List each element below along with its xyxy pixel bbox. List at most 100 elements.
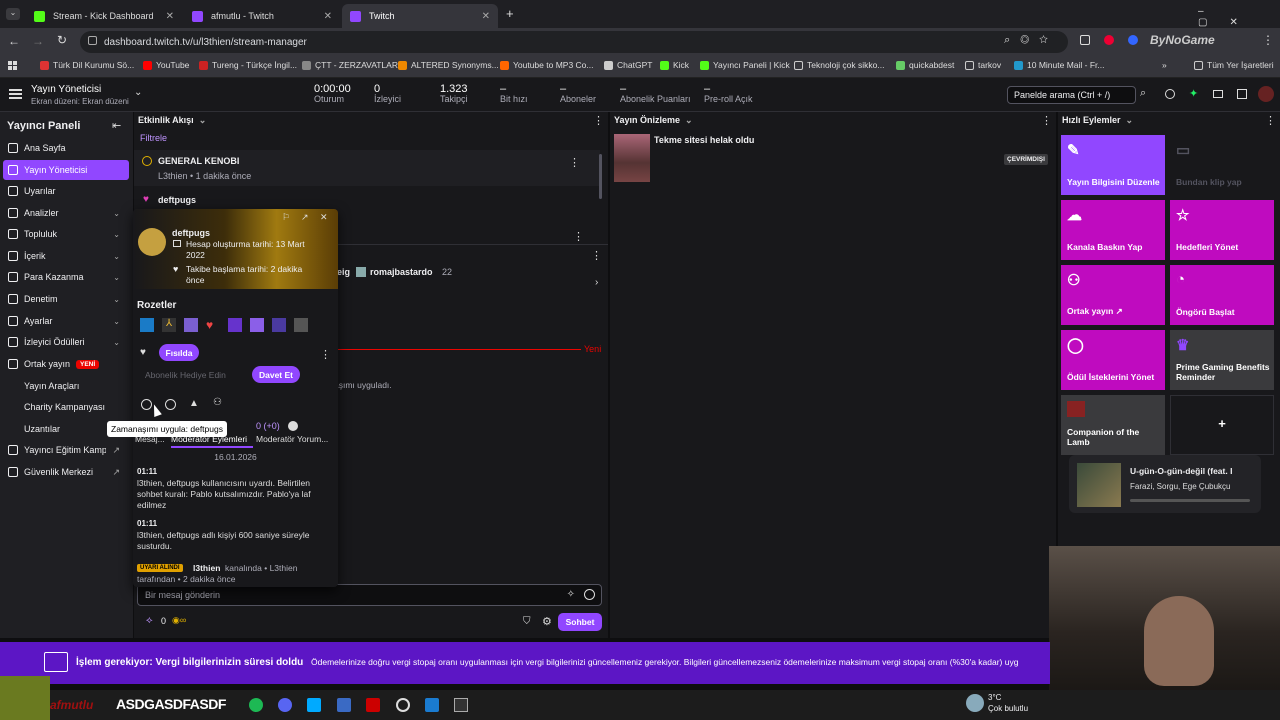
flag-icon[interactable]: ⚐ [282,212,290,223]
bits-icon[interactable]: ◉∞ [172,615,186,626]
more-icon[interactable]: ⋮ [1041,114,1052,127]
badge-icon[interactable] [228,318,242,332]
magic-icon[interactable]: ✧ [567,589,575,600]
search-icon[interactable]: ⌕ [1140,87,1146,100]
avatar[interactable] [1258,86,1274,102]
close-icon[interactable]: ✕ [320,212,328,223]
sidebar-item-stream-tools[interactable]: Yayın Araçları [0,376,130,396]
dashboard-search-input[interactable]: Panelde arama (Ctrl + /) [1007,86,1136,104]
badge-icon[interactable]: ⅄ [162,318,176,332]
url-field[interactable]: dashboard.twitch.tv/u/l3thien/stream-man… [80,31,1068,53]
tab-twitch[interactable]: Twitch ✕ [342,4,498,28]
more-icon[interactable]: ⋮ [591,249,602,262]
edit-stream-info-tile[interactable]: ✎ Yayın Bilgisini Düzenle [1061,135,1165,195]
menu-icon[interactable]: ⋮ [1262,33,1274,47]
tab-afmutlu[interactable]: afmutlu - Twitch ✕ [184,4,340,28]
badge-icon[interactable] [250,318,264,332]
extension-icon[interactable] [1128,35,1138,45]
chevron-down-icon[interactable]: ⌄ [685,115,693,126]
sidebar-item-content[interactable]: İçerik ⌄ [0,246,130,266]
chevron-down-icon[interactable]: ⌄ [1126,115,1134,126]
scrollbar[interactable] [599,154,602,199]
forward-icon[interactable]: → [32,34,44,48]
bookmark-item[interactable]: tarkov [965,60,1001,70]
help-icon[interactable] [1165,89,1175,99]
app-icon[interactable] [366,698,380,712]
chevron-right-icon[interactable]: › [595,277,598,288]
sidebar-item-collab[interactable]: Ortak yayın YENİ [0,354,130,374]
tab-kick-dashboard[interactable]: Stream - Kick Dashboard ✕ [26,4,182,28]
gift-sub-button[interactable]: Abonelik Hediye Edin [145,370,226,380]
filter-link[interactable]: Filtrele [140,133,167,143]
emoji-icon[interactable] [584,589,595,600]
sidebar-item-monetization[interactable]: Para Kazanma ⌄ [0,267,130,287]
extensions-icon[interactable]: ✦ [1189,87,1198,100]
info-icon[interactable] [288,421,298,431]
raid-tile[interactable]: ☁ Kanala Baskın Yap [1061,200,1165,260]
chat-input[interactable]: Bir mesaj gönderin ✧ [137,584,602,606]
close-icon[interactable]: ✕ [166,11,174,22]
bookmark-item[interactable]: 10 Minute Mail - Fr... [1014,60,1104,70]
layout-dropdown-icon[interactable]: ⌄ [134,87,142,98]
window-controls[interactable]: –▢✕ [1198,6,1280,28]
discord-icon[interactable] [278,698,292,712]
prediction-tile[interactable]: ◔ Öngörü Başlat [1170,265,1274,325]
reward-requests-tile[interactable]: ◯ Ödül İsteklerini Yönet [1061,330,1165,390]
bookmark-item[interactable]: ÇTT - ZERZAVATLAR [302,60,398,70]
site-info-icon[interactable] [88,36,97,45]
bookmark-item[interactable]: Kick [660,60,689,70]
close-icon[interactable]: ✕ [324,11,332,22]
extension-icon[interactable] [1080,35,1090,45]
app-icon[interactable] [425,698,439,712]
bookmark-item[interactable]: Youtube to MP3 Co... [500,60,594,70]
sidebar-item-charity[interactable]: Charity Kampanyası [0,397,130,417]
bookmark-item[interactable]: Tureng - Türkçe İngil... [199,60,297,70]
badge-icon[interactable] [184,318,198,332]
extension-icon[interactable] [1104,35,1114,45]
new-tab-button[interactable]: + [506,6,514,21]
invite-button[interactable]: Davet Et [252,366,300,383]
chevron-down-icon[interactable]: ⌄ [199,115,207,126]
external-link-icon[interactable]: ↗ [301,212,309,223]
apps-icon[interactable] [8,61,17,70]
sidebar-item-settings[interactable]: Ayarlar ⌄ [0,311,130,331]
bookmark-item[interactable]: ALTERED Synonyms... [398,60,499,70]
obs-icon[interactable] [396,698,410,712]
more-icon[interactable]: ⋮ [1265,114,1276,127]
timeout-icon[interactable] [165,399,176,410]
sidebar-item-analytics[interactable]: Analizler ⌄ [0,203,130,223]
collapse-icon[interactable]: ⇤ [112,119,121,132]
add-mod-icon[interactable]: ⚇ [213,397,222,408]
whisper-button[interactable]: Fısılda [159,344,199,361]
clip-tile[interactable]: ▭ Bundan klip yap [1170,135,1274,195]
mail-icon[interactable] [1213,90,1223,98]
bookmarks-more[interactable]: » [1162,60,1167,70]
sidebar-item-community[interactable]: Topluluk ⌄ [0,224,130,244]
more-icon[interactable]: ⋮ [593,114,604,127]
cotl-tile[interactable]: Companion of the Lamb [1061,395,1165,455]
collab-tile[interactable]: ⚇ Ortak yayın ↗ [1061,265,1165,325]
badge-icon[interactable] [272,318,286,332]
sidebar-item-alerts[interactable]: Uyarılar [0,181,130,201]
more-icon[interactable]: ⋮ [320,348,331,361]
bookmark-item[interactable]: Teknoloji çok sikko... [794,60,884,70]
spotify-icon[interactable] [249,698,263,712]
bookmark-item[interactable]: Yayıncı Paneli | Kick [700,60,790,70]
sidebar-item-bootcamp[interactable]: Yayıncı Eğitim Kampı ↗ [0,440,130,460]
more-icon[interactable]: ⋮ [573,230,584,243]
notifications-icon[interactable] [1237,89,1247,99]
sidebar-item-home[interactable]: Ana Sayfa [0,138,130,158]
badge-icon[interactable] [140,318,154,332]
badge-icon[interactable] [294,318,308,332]
back-icon[interactable]: ← [8,34,20,48]
heart-icon[interactable]: ♥ [140,347,146,358]
stream-thumbnail[interactable] [614,134,650,182]
sidebar-item-moderation[interactable]: Denetim ⌄ [0,289,130,309]
add-action-tile[interactable]: + [1170,395,1274,455]
sidebar-item-viewer-rewards[interactable]: İzleyici Ödülleri ⌄ [0,332,130,352]
bookmark-item[interactable]: YouTube [143,60,189,70]
chat-send-button[interactable]: Sohbet [558,613,602,631]
channel-points-icon[interactable]: ⟡ [146,615,153,626]
sidebar-item-stream-manager[interactable]: Yayın Yöneticisi [3,160,129,180]
prime-reminder-tile[interactable]: ♛ Prime Gaming Benefits Reminder [1170,330,1274,390]
